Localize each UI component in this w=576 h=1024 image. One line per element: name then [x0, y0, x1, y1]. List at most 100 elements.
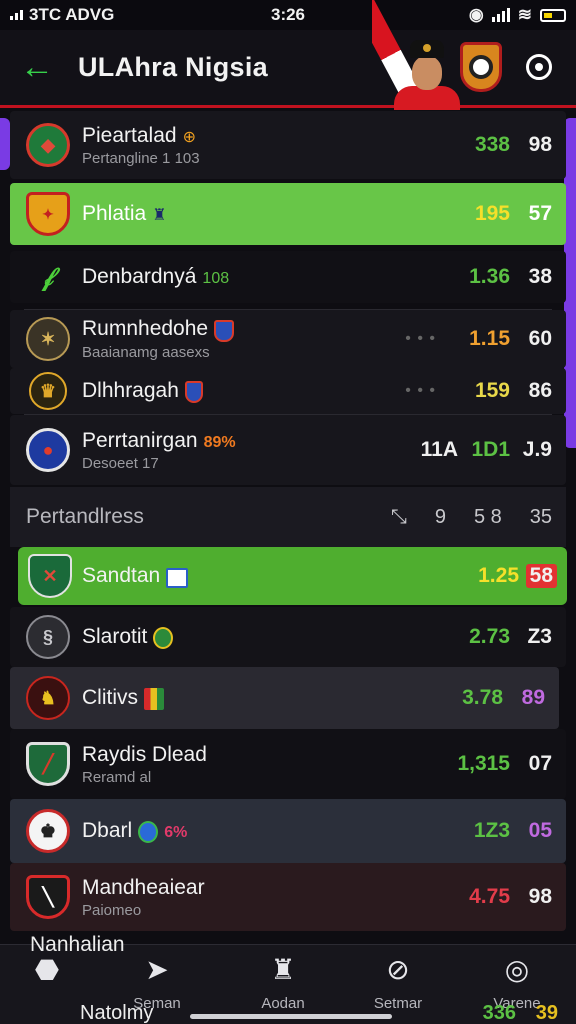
stat-secondary: 05	[528, 819, 552, 842]
stat-badge: 58	[525, 564, 557, 588]
list-item[interactable]: ◆ Pieartalad ⊕ Pertangline 1 103 338 98	[10, 111, 566, 179]
stat-primary: 1Z3	[473, 819, 510, 842]
column-header[interactable]: ⤡	[391, 506, 407, 529]
team-tag: 6%	[164, 823, 188, 841]
list-item[interactable]: § Slarotit 2.73 Z3	[10, 607, 566, 667]
more-dots: • • •	[405, 330, 436, 347]
nav-item-shoe[interactable]: ⬣	[2, 953, 92, 995]
team-name: Clitivs	[82, 685, 138, 709]
mini-shield-icon	[214, 319, 235, 342]
team-tag: 89%	[203, 433, 236, 451]
mini-shield-icon	[184, 381, 203, 404]
shoe-icon: ⬣	[34, 953, 60, 985]
alarm-icon: ◉	[468, 5, 484, 24]
team-name: Slarotit	[82, 624, 148, 648]
team-subtitle: Baaianamg aasexs	[82, 343, 210, 361]
club-shield-icon: ✦	[26, 192, 70, 236]
stat-primary: 1.25	[478, 564, 519, 587]
stat-primary: 1D1	[471, 438, 510, 461]
stat-secondary: 38	[528, 265, 552, 288]
home-indicator[interactable]	[190, 1014, 392, 1019]
settings-icon[interactable]	[526, 54, 552, 80]
stat-secondary: 98	[528, 133, 552, 156]
mini-crest-icon	[153, 627, 174, 650]
stat-secondary: 60	[528, 327, 552, 350]
column-header[interactable]: 35	[530, 506, 552, 529]
green-shield-icon: ✕	[28, 554, 72, 598]
team-tag: ⊕	[182, 128, 196, 146]
stat-primary: 336	[482, 1002, 516, 1024]
team-name: Phlatia	[82, 202, 147, 225]
team-name: Perrtanirgan	[82, 428, 198, 452]
club-badge-icon[interactable]	[460, 42, 502, 92]
section-title: Pertandlress	[26, 505, 144, 528]
list-item[interactable]: ♞ Clitivs 3.78 89	[10, 667, 559, 729]
stat-primary: 4.75	[469, 885, 510, 908]
stat-secondary: 07	[528, 752, 552, 775]
list-item[interactable]: ♛ Dlhhragah • • • 159 86	[10, 368, 566, 414]
red-shield-icon: ╲	[26, 875, 70, 919]
crown-crest-icon: ♛	[29, 372, 67, 410]
signal-icon	[10, 10, 23, 20]
stat-primary: 3.78	[462, 686, 503, 709]
club-crest-icon: ◆	[26, 123, 70, 167]
wifi-icon: ≋	[517, 5, 532, 24]
peek-row: Natolmy 336 39	[0, 1000, 576, 1024]
battery-icon	[540, 8, 566, 22]
cell-signal-icon	[491, 8, 510, 22]
more-dots: • • •	[405, 382, 436, 399]
column-header[interactable]: 5 8	[474, 506, 502, 529]
list-item[interactable]: ╲ Mandheaiear Paiomeo 4.75 98	[10, 863, 566, 931]
stat-secondary: 98	[528, 885, 552, 908]
stat-primary: 1.36	[469, 265, 510, 288]
stat-primary: 195	[474, 202, 510, 225]
grey-crest-icon: §	[26, 615, 70, 659]
stat-secondary: 39	[535, 1002, 558, 1024]
list-item[interactable]: ♚ Dbarl 6% 1Z3 05	[10, 799, 566, 863]
team-name: Raydis Dlead	[82, 742, 207, 766]
list-item-highlighted[interactable]: ✦ Phlatia ♜ 195 57	[10, 183, 566, 245]
ball-icon: ⊘	[386, 953, 410, 985]
send-icon: ➤	[145, 953, 169, 985]
globe-icon	[138, 821, 159, 844]
team-name: Dlhhragah	[82, 378, 179, 402]
section-header: Pertandlress ⤡ 9 5 8 35	[10, 487, 566, 547]
team-tag: 108	[202, 270, 230, 287]
team-name: Pieartalad	[82, 123, 177, 147]
stat-primary: 1,315	[457, 752, 510, 775]
team-subtitle: Reramd al	[82, 768, 152, 786]
list-item[interactable]: ╱ Raydis Dlead Reramd al 1,315 07	[10, 729, 566, 799]
page-title: ULAhra Nigsia	[78, 52, 268, 82]
trophy-icon: ♜	[270, 953, 296, 985]
team-name: Denbardnyá	[82, 265, 197, 288]
team-tag: ♜	[152, 207, 167, 224]
list-item[interactable]: ● Perrtanirgan 89% Desoeet 17 11A 1D1 J.9	[10, 415, 566, 485]
mini-flag-icon	[144, 688, 164, 711]
stat-extra: 11A	[420, 438, 458, 461]
club-mark-icon: 𝒻	[42, 261, 54, 291]
list-item[interactable]: ✶ Rumnhedohe Baaianamg aasexs • • • 1.15…	[10, 310, 566, 368]
player-avatar[interactable]	[388, 40, 464, 110]
sash-shield-icon: ╱	[26, 742, 70, 786]
team-name: Dbarl	[82, 818, 133, 842]
list-item-highlighted[interactable]: ✕ Sandtan 1.25 58	[18, 547, 567, 605]
stat-primary: 1.15	[469, 327, 510, 350]
settings-icon: ◎	[504, 953, 530, 985]
team-subtitle: Desoeet 17	[82, 454, 159, 472]
list-item[interactable]: 𝒻 Denbardnyá 108 1.36 38	[10, 251, 566, 303]
stat-secondary: 86	[528, 379, 552, 402]
team-name: Sandtan	[82, 564, 161, 587]
team-subtitle: Paiomeo	[82, 901, 142, 919]
column-header[interactable]: 9	[435, 506, 446, 529]
stat-secondary: 57	[528, 202, 552, 225]
back-arrow-icon[interactable]: ←	[20, 48, 54, 86]
status-bar: 3TC ADVG 3:26 ◉ ≋	[0, 0, 576, 30]
round-crest-icon: ●	[26, 428, 70, 472]
purple-accent-left	[0, 118, 10, 170]
stat-secondary: J.9	[522, 438, 552, 461]
warrior-crest-icon: ♚	[26, 809, 70, 853]
team-subtitle: Pertangline 1 103	[82, 149, 200, 167]
lion-crest-icon: ♞	[26, 676, 70, 720]
carrier-text: 3TC ADVG	[29, 5, 115, 24]
chart-icon	[166, 567, 189, 588]
